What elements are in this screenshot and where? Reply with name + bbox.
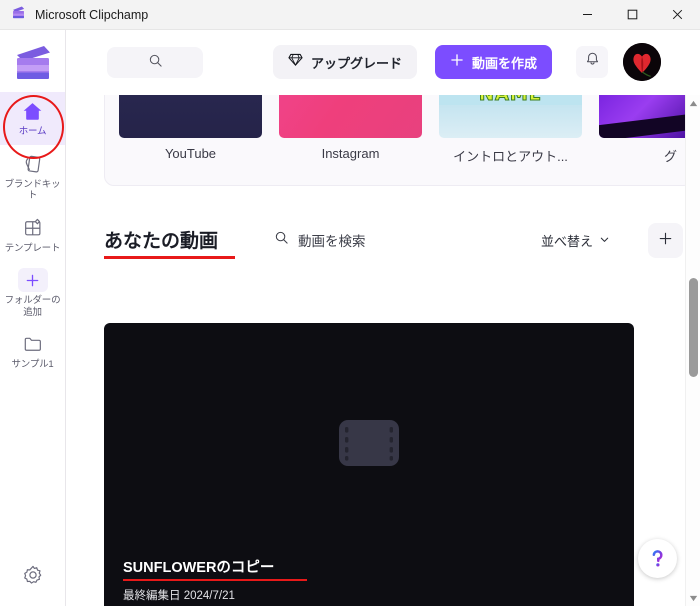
templates-icon bbox=[22, 215, 44, 241]
scroll-down-button[interactable] bbox=[686, 590, 700, 606]
upgrade-button[interactable]: アップグレード bbox=[273, 45, 418, 79]
create-video-button-label: 動画を作成 bbox=[472, 55, 538, 71]
search-input[interactable] bbox=[107, 47, 203, 78]
upgrade-button-label: アップグレード bbox=[311, 55, 403, 71]
brand-kit-icon bbox=[22, 151, 44, 177]
template-card-label: Instagram bbox=[321, 146, 380, 161]
user-avatar[interactable] bbox=[623, 43, 661, 81]
settings-button[interactable] bbox=[0, 556, 65, 598]
sidebar-item-add-folder[interactable]: フォルダーの追加 bbox=[0, 261, 65, 325]
clipchamp-logo[interactable] bbox=[0, 40, 65, 88]
sidebar-item-brand-kit[interactable]: ブランドキット bbox=[0, 145, 65, 209]
plus-icon bbox=[17, 267, 48, 293]
video-title-annotation-underline bbox=[123, 578, 307, 581]
page-title: あなたの動画 bbox=[104, 231, 219, 252]
instagram-thumbnail bbox=[279, 95, 422, 138]
video-last-edited: 最終編集日 2024/7/21 bbox=[123, 587, 307, 603]
template-card-label: イントロとアウト... bbox=[453, 149, 568, 164]
clipchamp-logo-icon bbox=[11, 5, 26, 25]
video-search-label: 動画を検索 bbox=[298, 234, 366, 249]
close-button[interactable] bbox=[655, 0, 700, 30]
template-card-intro-outro[interactable]: NAME イントロとアウト... bbox=[439, 95, 582, 165]
diamond-icon bbox=[288, 52, 303, 72]
sidebar-nav: ホーム ブランドキット テンプレート フォルダーの追加 サンプル1 bbox=[0, 92, 65, 378]
template-card-label: YouTube bbox=[164, 146, 217, 161]
help-button[interactable] bbox=[638, 539, 677, 578]
scrollbar-thumb[interactable] bbox=[689, 278, 698, 377]
video-last-edited-prefix: 最終編集日 bbox=[123, 590, 181, 602]
my-videos-header: あなたの動画 動画を検索 並べ替え bbox=[104, 220, 693, 260]
video-card[interactable]: SUNFLOWERのコピー 最終編集日 2024/7/21 bbox=[104, 323, 634, 606]
question-mark-icon bbox=[652, 550, 663, 567]
plus-icon bbox=[450, 53, 464, 72]
youtube-thumbnail bbox=[119, 95, 262, 138]
sidebar-item-home[interactable]: ホーム bbox=[0, 92, 65, 145]
add-video-button[interactable] bbox=[648, 223, 683, 258]
caret-down-icon bbox=[689, 589, 698, 606]
video-last-edited-date: 2024/7/21 bbox=[183, 590, 235, 602]
sidebar-item-sample1[interactable]: サンプル1 bbox=[0, 325, 65, 378]
sidebar: ホーム ブランドキット テンプレート フォルダーの追加 サンプル1 bbox=[0, 30, 66, 606]
sidebar-item-templates[interactable]: テンプレート bbox=[0, 209, 65, 262]
gear-icon bbox=[22, 564, 44, 591]
window-title: Microsoft Clipchamp bbox=[35, 7, 149, 22]
video-thumbnail-placeholder bbox=[104, 323, 634, 567]
sidebar-item-add-folder-label: フォルダーの追加 bbox=[4, 295, 61, 318]
template-card-instagram[interactable]: Instagram bbox=[279, 95, 422, 165]
templates-carousel: YouTube Instagram イントロとアウト... グ bbox=[104, 95, 700, 186]
video-title: SUNFLOWERのコピー bbox=[123, 559, 275, 576]
search-icon bbox=[148, 53, 163, 73]
film-strip-icon bbox=[338, 419, 400, 472]
templates-row: YouTube Instagram イントロとアウト... グ bbox=[119, 95, 700, 165]
beach-thumbnail: NAME bbox=[439, 95, 582, 138]
sidebar-item-brand-kit-label: ブランドキット bbox=[4, 178, 61, 202]
video-search[interactable]: 動画を検索 bbox=[274, 230, 366, 250]
template-card-youtube[interactable]: YouTube bbox=[119, 95, 262, 165]
caret-up-icon bbox=[689, 94, 698, 112]
search-icon bbox=[274, 230, 289, 250]
sidebar-item-templates-label: テンプレート bbox=[4, 242, 61, 254]
clipchamp-window: Microsoft Clipchamp ホーム ブランドキット テンプレート フ… bbox=[0, 0, 700, 606]
title-bar: Microsoft Clipchamp bbox=[0, 0, 700, 30]
notifications-button[interactable] bbox=[576, 46, 608, 78]
chevron-down-icon bbox=[599, 232, 610, 250]
main-content: YouTube Instagram イントロとアウト... グ あなたの動画 動… bbox=[66, 95, 700, 606]
window-controls bbox=[565, 0, 700, 30]
sort-dropdown-label: 並べ替え bbox=[541, 234, 594, 249]
sidebar-item-sample1-label: サンプル1 bbox=[11, 359, 54, 370]
vertical-scrollbar[interactable] bbox=[685, 95, 700, 606]
maximize-button[interactable] bbox=[610, 0, 655, 30]
bell-icon bbox=[584, 51, 601, 73]
scroll-up-button[interactable] bbox=[686, 95, 700, 111]
template-overlay-text: NAME bbox=[439, 95, 582, 106]
video-card-meta: SUNFLOWERのコピー 最終編集日 2024/7/21 bbox=[123, 556, 307, 604]
title-annotation-underline bbox=[104, 256, 235, 259]
folder-icon bbox=[22, 331, 44, 357]
create-video-button[interactable]: 動画を作成 bbox=[435, 45, 553, 79]
top-toolbar: アップグレード 動画を作成 bbox=[66, 30, 700, 95]
title-bar-left: Microsoft Clipchamp bbox=[0, 5, 565, 25]
sort-dropdown[interactable]: 並べ替え bbox=[541, 231, 610, 250]
minimize-button[interactable] bbox=[565, 0, 610, 30]
plus-icon bbox=[658, 231, 673, 251]
sidebar-item-home-label: ホーム bbox=[18, 126, 47, 137]
home-icon bbox=[21, 98, 44, 124]
